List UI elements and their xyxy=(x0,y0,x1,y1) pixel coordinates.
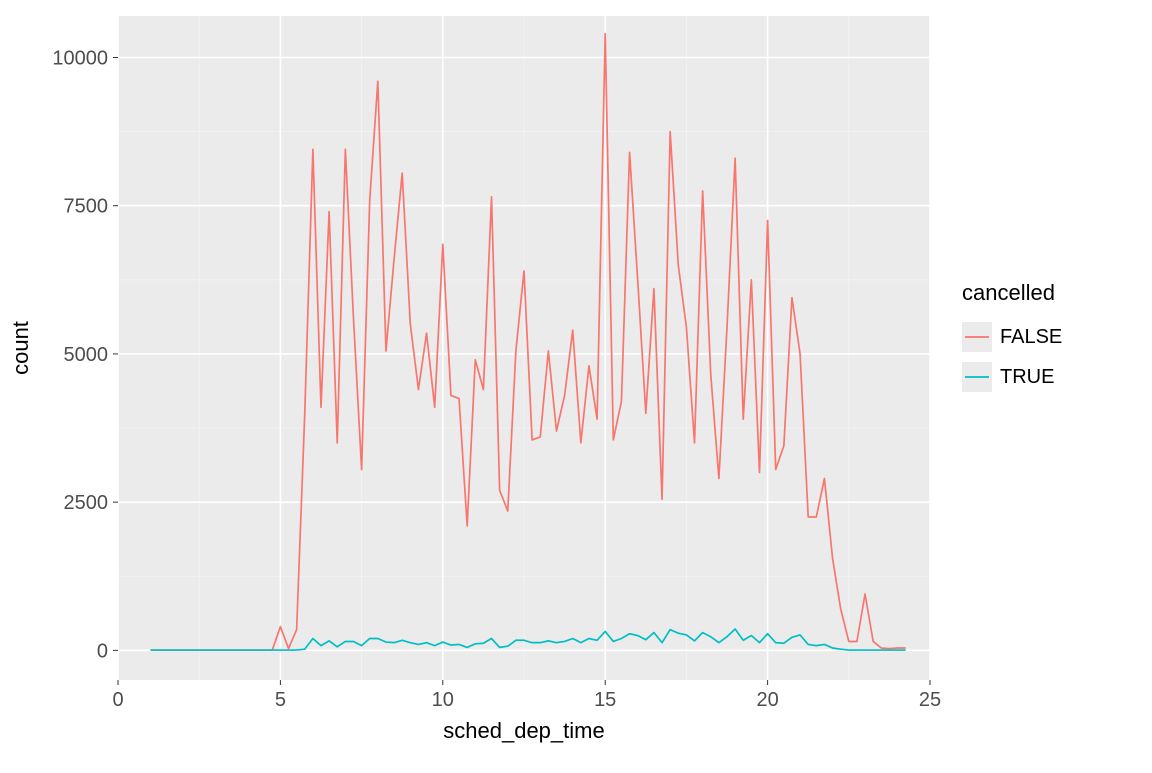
y-axis-title-g: count xyxy=(8,321,33,375)
y-tick-label: 0 xyxy=(97,640,108,662)
x-axis-title: sched_dep_time xyxy=(443,718,604,743)
y-tick-label: 10000 xyxy=(52,48,108,70)
x-tick-label: 20 xyxy=(756,689,778,711)
x-tick-label: 15 xyxy=(594,689,616,711)
y-tick-label: 7500 xyxy=(64,196,109,218)
legend-title: cancelled xyxy=(962,280,1055,305)
x-tick-label: 0 xyxy=(112,689,123,711)
x-tick-label: 25 xyxy=(919,689,941,711)
chart-svg: 0 5 10 15 20 25 0 2500 5000 7500 10000 sched_dep_ti… xyxy=(0,0,1152,768)
y-tick-label: 2500 xyxy=(64,492,109,514)
chart-container: 0 5 10 15 20 25 0 2500 5000 7500 10000 sched_dep_ti… xyxy=(0,0,1152,768)
legend-label: FALSE xyxy=(1000,326,1062,348)
y-axis-title: count xyxy=(8,321,33,375)
x-tick-label: 5 xyxy=(275,689,286,711)
x-tick-label: 10 xyxy=(432,689,454,711)
legend-label: TRUE xyxy=(1000,366,1054,388)
y-tick-label: 5000 xyxy=(64,344,109,366)
